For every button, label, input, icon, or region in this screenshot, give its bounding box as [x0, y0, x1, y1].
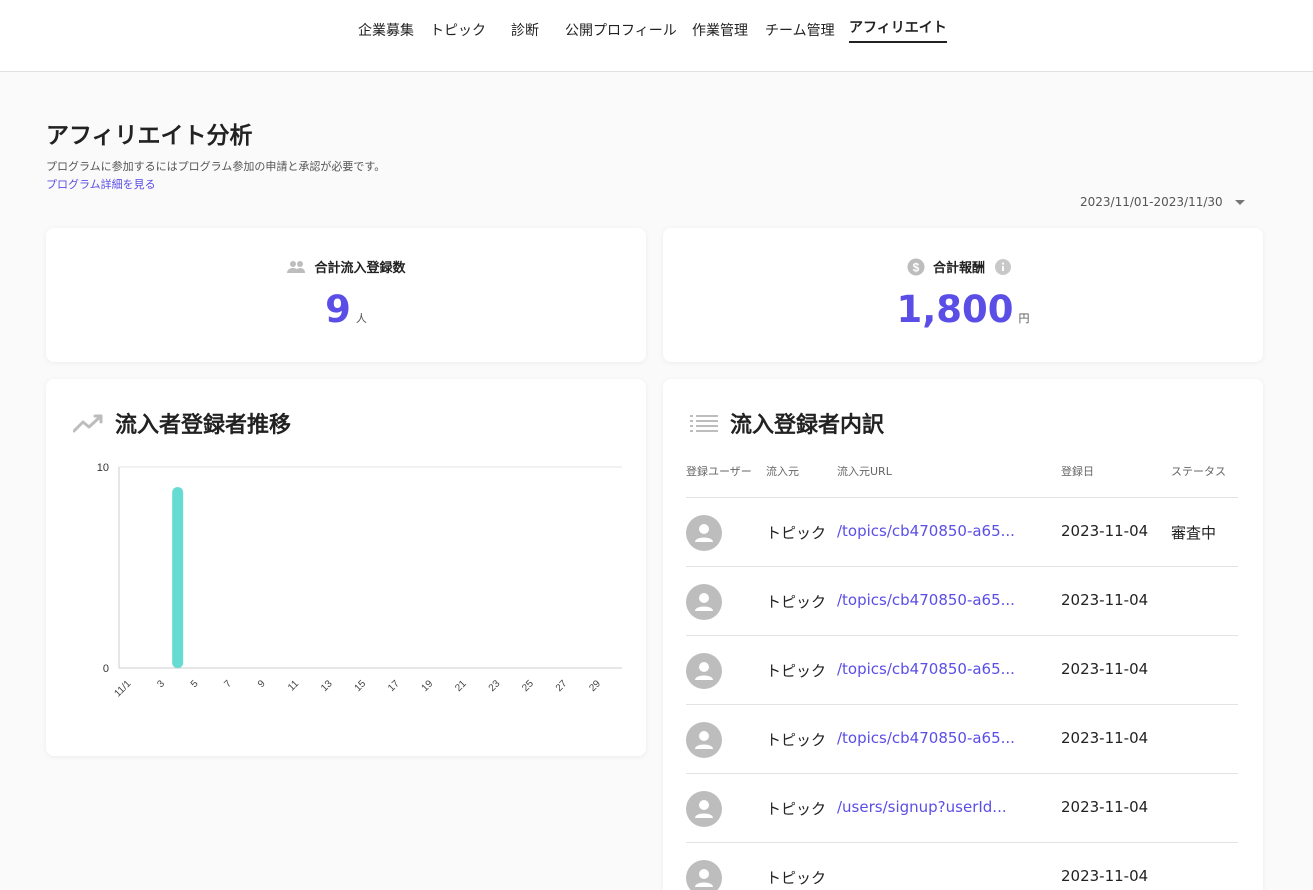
- registration-trend-card: 流入者登録者推移 0 10 11/1 3 5 7 9 11 13 15 17 19 21 23 25 27 29: [46, 379, 646, 756]
- total-reward-card: $ 合計報酬 1,800 円: [663, 228, 1263, 362]
- total-registrations-label: 合計流入登録数: [314, 261, 406, 276]
- row-source: トピック: [766, 662, 827, 680]
- y-tick-label: 0: [103, 663, 109, 675]
- row-registration-date: 2023-11-04: [1061, 867, 1149, 885]
- row-source-url-link[interactable]: /users/signup?userId...: [837, 798, 1047, 816]
- x-tick-label: 13: [319, 678, 335, 694]
- x-tick-label: 23: [487, 678, 503, 694]
- user-icon: [695, 800, 713, 818]
- table-row: トピック /topics/cb470850-a65... 2023-11-04: [686, 566, 1238, 635]
- row-registration-date: 2023-11-04: [1061, 591, 1149, 609]
- caret-down-icon: [1234, 199, 1245, 205]
- user-icon: [695, 731, 713, 749]
- date-range-value: 2023/11/01-2023/11/30: [1080, 195, 1223, 209]
- row-registration-date: 2023-11-04: [1061, 729, 1149, 747]
- total-registrations-card: 合計流入登録数 9 人: [46, 228, 646, 362]
- column-header-date: 登録日: [1061, 465, 1094, 478]
- total-reward-label: 合計報酬: [932, 261, 985, 276]
- x-tick-label: 9: [256, 678, 268, 690]
- row-source: トピック: [766, 731, 827, 749]
- nav-item-affiliate[interactable]: アフィリエイト: [849, 18, 947, 43]
- people-icon: [287, 260, 306, 273]
- row-status: 審査中: [1171, 524, 1217, 542]
- avatar: [686, 791, 722, 827]
- column-header-source: 流入元: [766, 465, 799, 478]
- row-source: トピック: [766, 800, 827, 818]
- column-header-status: ステータス: [1171, 465, 1226, 478]
- table-row: トピック 2023-11-04: [686, 842, 1238, 890]
- x-tick-label: 11: [286, 678, 301, 693]
- user-icon: [695, 524, 713, 542]
- x-tick-label: 5: [189, 678, 201, 690]
- nav-item-company-recruit[interactable]: 企業募集: [358, 21, 414, 41]
- registration-breakdown-card: 流入登録者内訳 登録ユーザー 流入元 流入元URL 登録日 ステータス トピック…: [663, 379, 1263, 890]
- x-tick-label: 21: [453, 678, 469, 694]
- page-title: アフィリエイト分析: [46, 123, 253, 149]
- svg-text:$: $: [913, 260, 920, 274]
- x-tick-label: 7: [222, 678, 234, 690]
- x-tick-label: 11/1: [112, 678, 133, 699]
- avatar: [686, 653, 722, 689]
- row-source-url-link[interactable]: /topics/cb470850-a65...: [837, 522, 1047, 540]
- x-tick-label: 29: [587, 678, 603, 694]
- user-icon: [695, 662, 713, 680]
- row-registration-date: 2023-11-04: [1061, 522, 1149, 540]
- registration-trend-chart: 0 10 11/1 3 5 7 9 11 13 15 17 19 21 23 25 27 29: [97, 462, 622, 699]
- date-range-select[interactable]: 2023/11/01-2023/11/30: [1080, 195, 1245, 209]
- column-header-user: 登録ユーザー: [686, 465, 752, 478]
- total-registrations-value: 9: [325, 288, 351, 331]
- list-icon: [690, 415, 718, 432]
- registration-breakdown-title: 流入登録者内訳: [730, 413, 885, 438]
- table-row: トピック /topics/cb470850-a65... 2023-11-04 …: [686, 497, 1238, 566]
- x-tick-label: 15: [353, 678, 369, 694]
- y-tick-label: 10: [97, 462, 109, 474]
- info-icon[interactable]: [995, 258, 1011, 275]
- bar-4: [172, 487, 184, 668]
- row-source-url-link[interactable]: /topics/cb470850-a65...: [837, 591, 1047, 609]
- column-header-url: 流入元URL: [837, 465, 892, 478]
- avatar: [686, 584, 722, 620]
- row-source-url-link[interactable]: /topics/cb470850-a65...: [837, 729, 1047, 747]
- x-tick-label: 19: [420, 678, 436, 694]
- table-row: トピック /topics/cb470850-a65... 2023-11-04: [686, 704, 1238, 773]
- x-tick-label: 27: [554, 678, 570, 694]
- dollar-icon: $: [907, 258, 925, 275]
- avatar: [686, 515, 722, 551]
- total-reward-unit: 円: [1018, 312, 1030, 325]
- total-reward-value: 1,800: [896, 288, 1014, 331]
- nav-item-public-profile[interactable]: 公開プロフィール: [565, 21, 677, 41]
- avatar: [686, 722, 722, 758]
- row-source-url-link[interactable]: /topics/cb470850-a65...: [837, 660, 1047, 678]
- x-tick-label: 3: [155, 678, 167, 690]
- row-source: トピック: [766, 869, 827, 887]
- row-source: トピック: [766, 593, 827, 611]
- total-registrations-unit: 人: [355, 312, 367, 325]
- nav-item-team-management[interactable]: チーム管理: [765, 21, 835, 41]
- program-details-link[interactable]: プログラム詳細を見る: [46, 176, 156, 192]
- row-registration-date: 2023-11-04: [1061, 660, 1149, 678]
- nav-item-topics[interactable]: トピック: [430, 21, 486, 41]
- row-registration-date: 2023-11-04: [1061, 798, 1149, 816]
- top-navigation: 企業募集 トピック 診断 公開プロフィール 作業管理 チーム管理 アフィリエイト: [0, 0, 1313, 72]
- x-tick-label: 17: [386, 678, 402, 694]
- user-icon: [695, 869, 713, 887]
- row-source: トピック: [766, 524, 827, 542]
- table-row: トピック /topics/cb470850-a65... 2023-11-04: [686, 635, 1238, 704]
- nav-item-diagnosis[interactable]: 診断: [511, 21, 539, 41]
- user-icon: [695, 593, 713, 611]
- avatar: [686, 860, 722, 890]
- x-tick-label: 25: [520, 678, 536, 694]
- nav-item-work-management[interactable]: 作業管理: [692, 21, 748, 41]
- page-description: プログラムに参加するにはプログラム参加の申請と承認が必要です。: [46, 160, 386, 173]
- table-row: トピック /users/signup?userId... 2023-11-04: [686, 773, 1238, 842]
